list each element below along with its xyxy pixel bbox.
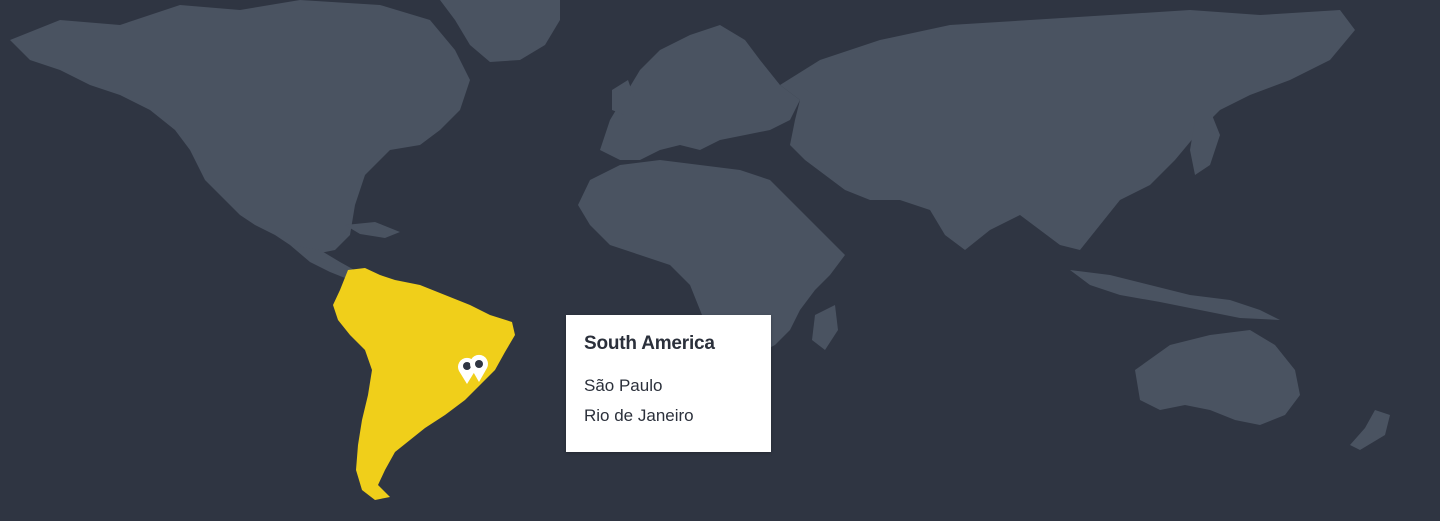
city-list: São Paulo Rio de Janeiro (584, 371, 753, 431)
city-item[interactable]: São Paulo (584, 371, 753, 401)
city-item[interactable]: Rio de Janeiro (584, 401, 753, 431)
world-map: South America São Paulo Rio de Janeiro (0, 0, 1440, 521)
tooltip-title: South America (584, 333, 715, 354)
region-tooltip: South America São Paulo Rio de Janeiro (566, 315, 771, 452)
pin-dot (475, 360, 483, 368)
pin-dot (463, 362, 471, 370)
